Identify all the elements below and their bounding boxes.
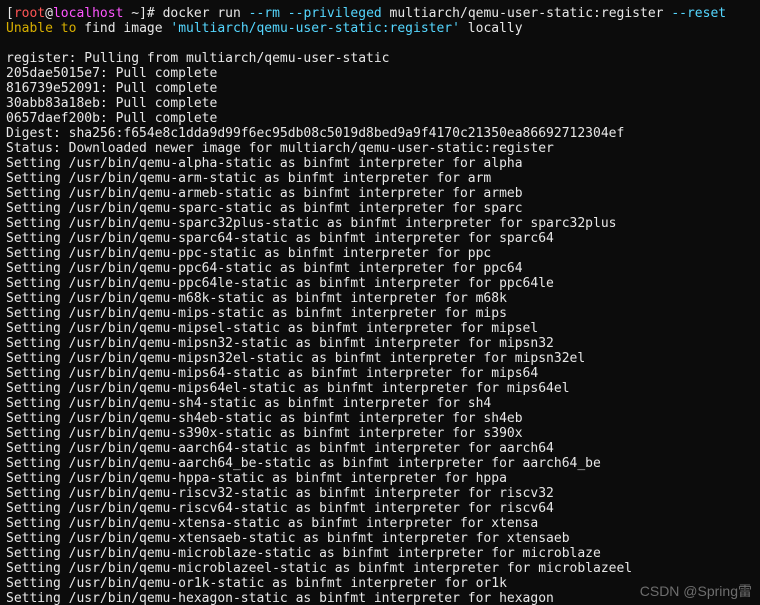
- unable-word2: to: [61, 21, 84, 36]
- setting-line: Setting /usr/bin/qemu-sh4-static as binf…: [6, 396, 491, 411]
- setting-line: Setting /usr/bin/qemu-sparc64-static as …: [6, 231, 554, 246]
- setting-line: Setting /usr/bin/qemu-mipsel-static as b…: [6, 321, 538, 336]
- layer-line: 30abb83a18eb: Pull complete: [6, 96, 217, 111]
- setting-line: Setting /usr/bin/qemu-aarch64_be-static …: [6, 456, 601, 471]
- setting-line: Setting /usr/bin/qemu-m68k-static as bin…: [6, 291, 507, 306]
- setting-line: Setting /usr/bin/qemu-riscv64-static as …: [6, 501, 554, 516]
- setting-line: Setting /usr/bin/qemu-ppc-static as binf…: [6, 246, 491, 261]
- setting-line: Setting /usr/bin/qemu-arm-static as binf…: [6, 171, 491, 186]
- cmd-docker-run: docker run: [163, 6, 249, 21]
- setting-line: Setting /usr/bin/qemu-microblaze-static …: [6, 546, 601, 561]
- setting-line: Setting /usr/bin/qemu-hexagon-static as …: [6, 591, 554, 605]
- setting-line: Setting /usr/bin/qemu-mips64-static as b…: [6, 366, 538, 381]
- prompt-at: @: [45, 6, 53, 21]
- unable-word3: find image: [84, 21, 170, 36]
- layer-line: 0657daef200b: Pull complete: [6, 111, 217, 126]
- setting-line: Setting /usr/bin/qemu-mips64el-static as…: [6, 381, 570, 396]
- cmd-opt-privileged: --privileged: [288, 6, 390, 21]
- prompt-host: localhost: [53, 6, 123, 21]
- setting-line: Setting /usr/bin/qemu-mips-static as bin…: [6, 306, 507, 321]
- unable-image-name: 'multiarch/qemu-user-static:register': [170, 21, 460, 36]
- unable-word1: Unable: [6, 21, 61, 36]
- setting-line: Setting /usr/bin/qemu-riscv32-static as …: [6, 486, 554, 501]
- setting-line: Setting /usr/bin/qemu-mipsn32-static as …: [6, 336, 554, 351]
- setting-line: Setting /usr/bin/qemu-aarch64-static as …: [6, 441, 554, 456]
- setting-line: Setting /usr/bin/qemu-xtensaeb-static as…: [6, 531, 570, 546]
- digest-line: Digest: sha256:f654e8c1dda9d99f6ec95db08…: [6, 126, 624, 141]
- prompt-hash: #: [147, 6, 163, 21]
- setting-line: Setting /usr/bin/qemu-s390x-static as bi…: [6, 426, 523, 441]
- layer-line: 205dae5015e7: Pull complete: [6, 66, 217, 81]
- cmd-opt-rm: --rm: [249, 6, 288, 21]
- prompt-close: ]: [139, 6, 147, 21]
- setting-line: Setting /usr/bin/qemu-microblazeel-stati…: [6, 561, 632, 576]
- setting-line: Setting /usr/bin/qemu-ppc64-static as bi…: [6, 261, 523, 276]
- setting-line: Setting /usr/bin/qemu-sparc32plus-static…: [6, 216, 616, 231]
- terminal-window[interactable]: [root@localhost ~]# docker run --rm --pr…: [0, 0, 760, 605]
- setting-line: Setting /usr/bin/qemu-or1k-static as bin…: [6, 576, 507, 591]
- setting-line: Setting /usr/bin/qemu-sh4eb-static as bi…: [6, 411, 523, 426]
- unable-word5: locally: [460, 21, 523, 36]
- prompt-user: root: [14, 6, 45, 21]
- status-line: Status: Downloaded newer image for multi…: [6, 141, 554, 156]
- setting-line: Setting /usr/bin/qemu-sparc-static as bi…: [6, 201, 523, 216]
- prompt-path: ~: [123, 6, 139, 21]
- setting-line: Setting /usr/bin/qemu-ppc64le-static as …: [6, 276, 554, 291]
- cmd-image: multiarch/qemu-user-static:register: [390, 6, 672, 21]
- setting-line: Setting /usr/bin/qemu-xtensa-static as b…: [6, 516, 538, 531]
- setting-line: Setting /usr/bin/qemu-hppa-static as bin…: [6, 471, 507, 486]
- setting-line: Setting /usr/bin/qemu-armeb-static as bi…: [6, 186, 523, 201]
- setting-line: Setting /usr/bin/qemu-alpha-static as bi…: [6, 156, 523, 171]
- cmd-opt-reset: --reset: [671, 6, 726, 21]
- prompt-open: [: [6, 6, 14, 21]
- layer-line: 816739e52091: Pull complete: [6, 81, 217, 96]
- setting-line: Setting /usr/bin/qemu-mipsn32el-static a…: [6, 351, 585, 366]
- pull-header: register: Pulling from multiarch/qemu-us…: [6, 51, 390, 66]
- watermark-text: CSDN @Spring雷: [640, 584, 752, 599]
